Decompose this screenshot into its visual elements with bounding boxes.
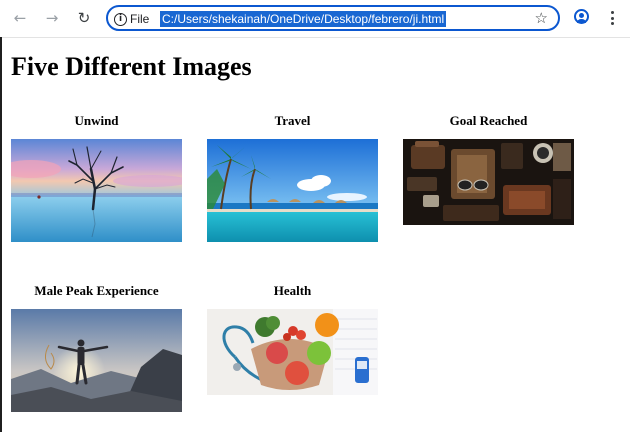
address-bar[interactable]: i File C:/Users/shekainah/OneDrive/Deskt… xyxy=(106,5,560,31)
unwind-image xyxy=(11,139,182,242)
health-image xyxy=(207,309,378,395)
image-card-male-peak-experience: Male Peak Experience xyxy=(11,283,182,412)
url-text[interactable]: C:/Users/shekainah/OneDrive/Desktop/febr… xyxy=(160,11,447,27)
page-title: Five Different Images xyxy=(11,52,252,81)
goal-reached-image xyxy=(403,139,574,225)
male-peak-experience-image xyxy=(11,309,182,412)
image-card-travel: Travel xyxy=(207,113,378,242)
star-icon[interactable]: ☆ xyxy=(535,9,548,27)
profile-icon[interactable] xyxy=(574,9,589,24)
browser-toolbar: ← → ↻ i File C:/Users/shekainah/OneDrive… xyxy=(0,0,630,38)
forward-icon[interactable]: → xyxy=(40,6,64,30)
window-edge xyxy=(0,37,2,432)
menu-icon[interactable] xyxy=(606,8,618,28)
travel-image xyxy=(207,139,378,242)
card-title: Goal Reached xyxy=(449,113,528,128)
card-title: Health xyxy=(273,283,312,298)
back-icon[interactable]: ← xyxy=(8,6,32,30)
image-card-unwind: Unwind xyxy=(11,113,182,242)
image-card-goal-reached: Goal Reached xyxy=(403,113,574,225)
site-info-chip[interactable]: i File xyxy=(114,10,149,28)
card-title: Male Peak Experience xyxy=(34,283,159,298)
image-card-health: Health xyxy=(207,283,378,395)
card-title: Travel xyxy=(274,113,311,128)
card-title: Unwind xyxy=(74,113,119,128)
url-scheme-label: File xyxy=(130,12,150,26)
info-icon: i xyxy=(114,12,127,26)
reload-icon[interactable]: ↻ xyxy=(72,6,96,30)
